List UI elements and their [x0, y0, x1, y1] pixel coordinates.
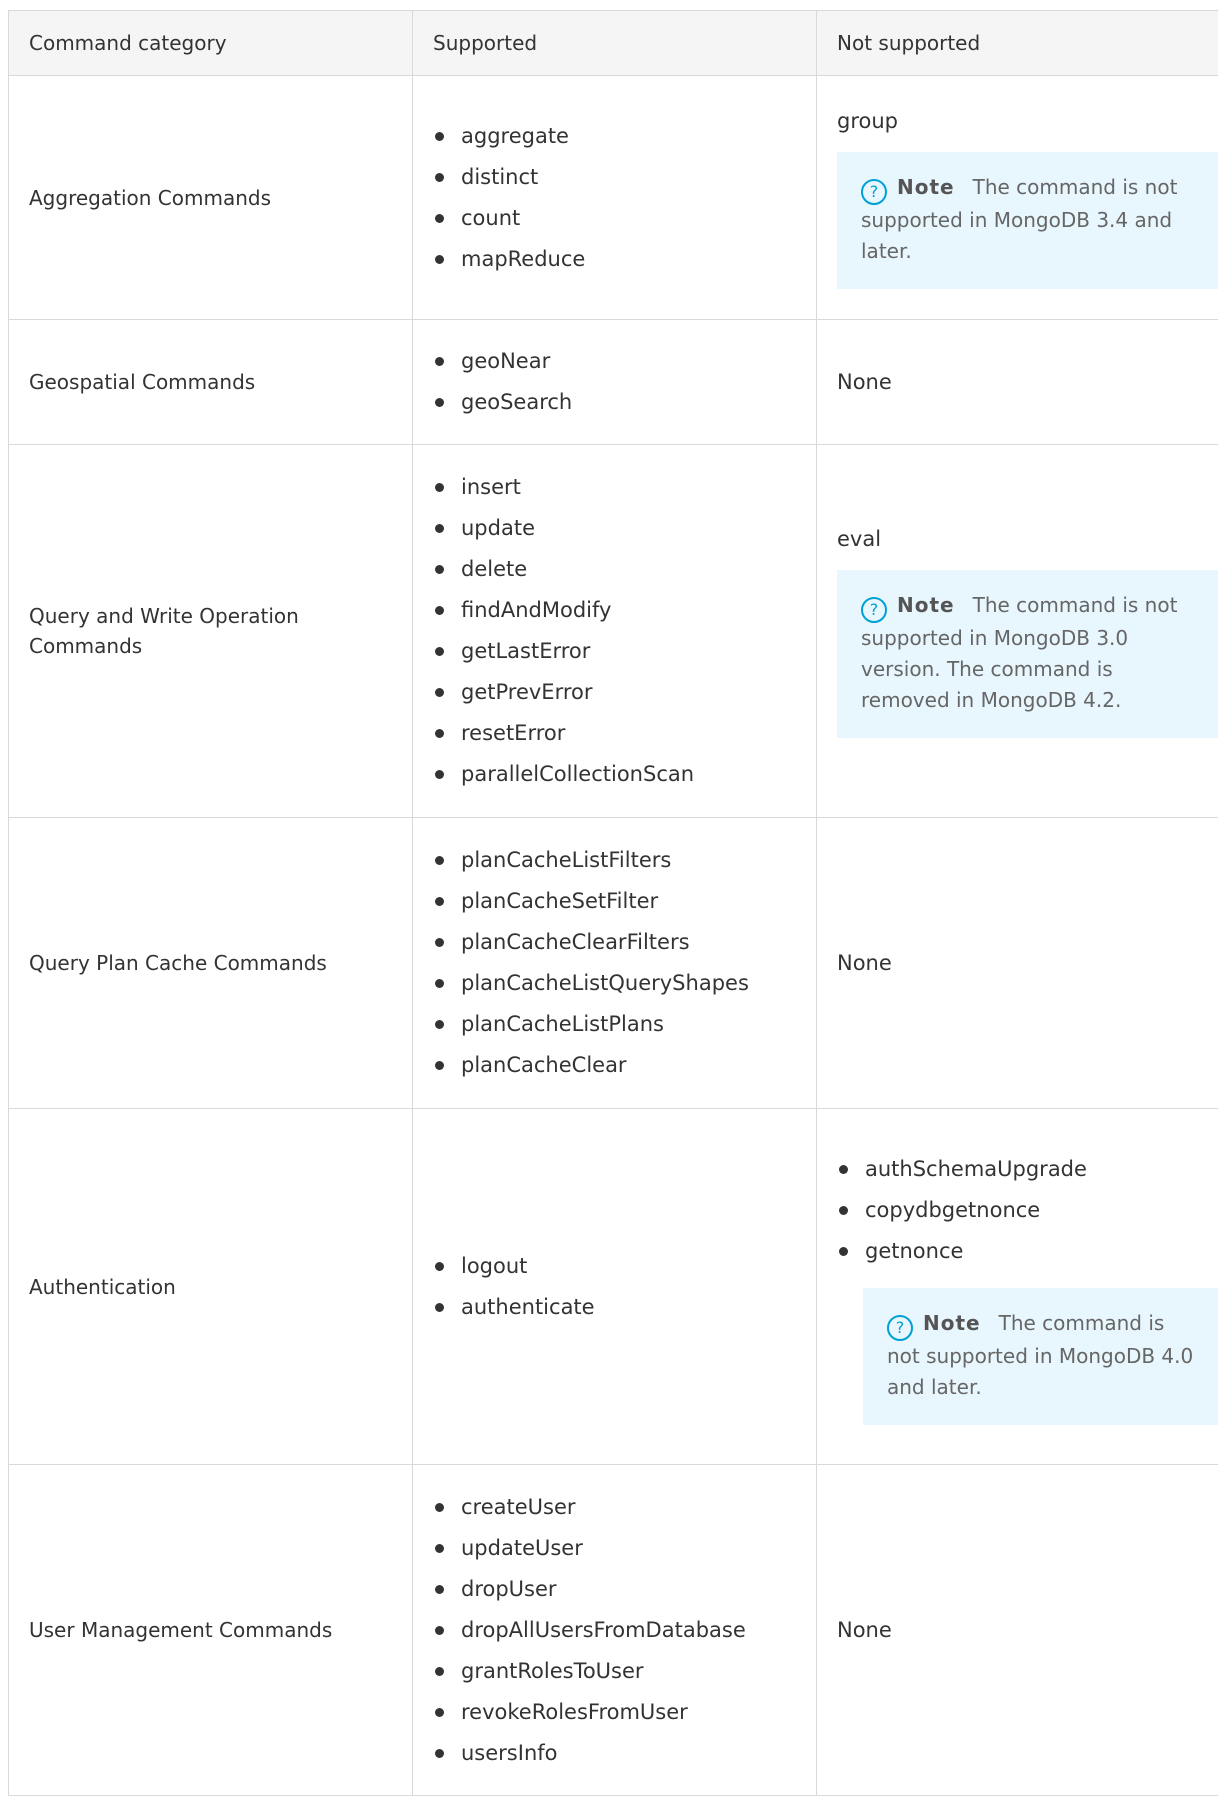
category-cell: Geospatial Commands	[8, 319, 413, 445]
category-cell: Query Plan Cache Commands	[8, 817, 413, 1109]
note-box: ? Note The command is not supported in Mon…	[837, 570, 1218, 738]
list-item: dropAllUsersFromDatabase	[433, 1610, 796, 1651]
not-supported-cell: eval ? Note The command is not supported i…	[816, 444, 1218, 818]
list-item: resetError	[433, 713, 796, 754]
list-item: planCacheClearFilters	[433, 922, 796, 963]
list-item: authSchemaUpgrade	[837, 1149, 1198, 1190]
list-item: aggregate	[433, 116, 796, 157]
supported-cell: logout authenticate	[412, 1108, 817, 1465]
list-item: planCacheClear	[433, 1045, 796, 1086]
not-supported-value: eval	[837, 527, 882, 551]
list-item: getnonce	[837, 1231, 1198, 1272]
supported-list: createUser updateUser dropUser dropAllUs…	[433, 1487, 796, 1774]
not-supported-value: None	[837, 1618, 892, 1642]
not-supported-value: None	[837, 951, 892, 975]
table-row: Query and Write Operation Commands inser…	[8, 444, 1218, 818]
list-item: planCacheListFilters	[433, 840, 796, 881]
note-box: ? Note The command is not supported in Mon…	[863, 1287, 1218, 1425]
not-supported-cell: None	[816, 1464, 1218, 1796]
supported-list: insert update delete findAndModify getLa…	[433, 467, 796, 795]
header-not-supported: Not supported	[816, 10, 1218, 76]
list-item: getPrevError	[433, 672, 796, 713]
list-item: update	[433, 508, 796, 549]
list-item: revokeRolesFromUser	[433, 1692, 796, 1733]
supported-list: aggregate distinct count mapReduce	[433, 116, 796, 280]
table-row: Authentication logout authenticate authS…	[8, 1108, 1218, 1465]
category-label: Query Plan Cache Commands	[29, 951, 327, 975]
list-item: count	[433, 198, 796, 239]
category-label: Query and Write Operation Commands	[29, 604, 299, 658]
header-row: Command category Supported Not supported	[8, 10, 1218, 76]
list-item: findAndModify	[433, 590, 796, 631]
supported-cell: insert update delete findAndModify getLa…	[412, 444, 817, 818]
category-label: Geospatial Commands	[29, 370, 256, 394]
supported-list: logout authenticate	[433, 1246, 796, 1328]
page: Command category Supported Not supported…	[0, 0, 1218, 1816]
list-item: parallelCollectionScan	[433, 754, 796, 795]
supported-cell: geoNear geoSearch	[412, 319, 817, 445]
not-supported-list: authSchemaUpgrade copydbgetnonce getnonc…	[837, 1149, 1198, 1272]
category-cell: User Management Commands	[8, 1464, 413, 1796]
supported-cell: aggregate distinct count mapReduce	[412, 75, 817, 320]
list-item: authenticate	[433, 1287, 796, 1328]
not-supported-value: None	[837, 370, 892, 394]
category-label: Authentication	[29, 1274, 176, 1299]
list-item: mapReduce	[433, 239, 796, 280]
list-item: delete	[433, 549, 796, 590]
not-supported-cell: None	[816, 817, 1218, 1109]
list-item: logout	[433, 1246, 796, 1287]
not-supported-cell: authSchemaUpgrade copydbgetnonce getnonc…	[816, 1108, 1218, 1465]
list-item: dropUser	[433, 1569, 796, 1610]
list-item: grantRolesToUser	[433, 1651, 796, 1692]
header-command-category: Command category	[8, 10, 413, 76]
note-label: Note	[897, 593, 955, 617]
list-item: updateUser	[433, 1528, 796, 1569]
supported-list: geoNear geoSearch	[433, 341, 796, 423]
category-cell: Query and Write Operation Commands	[8, 444, 413, 818]
supported-cell: planCacheListFilters planCacheSetFilter …	[412, 817, 817, 1109]
category-cell: Aggregation Commands	[8, 75, 413, 320]
list-item: planCacheSetFilter	[433, 881, 796, 922]
list-item: geoNear	[433, 341, 796, 382]
list-item: planCacheListQueryShapes	[433, 963, 796, 1004]
list-item: createUser	[433, 1487, 796, 1528]
header-supported: Supported	[412, 10, 817, 76]
not-supported-cell: group ? Note The command is not supported …	[816, 75, 1218, 320]
help-icon: ?	[861, 179, 887, 205]
category-label: Aggregation Commands	[29, 185, 271, 210]
list-item: planCacheListPlans	[433, 1004, 796, 1045]
category-cell: Authentication	[8, 1108, 413, 1465]
table-row: User Management Commands createUser upda…	[8, 1464, 1218, 1796]
list-item: insert	[433, 467, 796, 508]
note-label: Note	[897, 175, 955, 199]
list-item: usersInfo	[433, 1733, 796, 1774]
note-label: Note	[923, 1310, 981, 1335]
help-icon: ?	[861, 597, 887, 623]
help-icon: ?	[887, 1314, 913, 1341]
not-supported-cell: None	[816, 319, 1218, 445]
note-box: ? Note The command is not supported in Mon…	[837, 152, 1218, 289]
category-label: User Management Commands	[29, 1618, 333, 1642]
table-row: Query Plan Cache Commands planCacheListF…	[8, 817, 1218, 1109]
table-row: Aggregation Commands aggregate distinct …	[8, 75, 1218, 320]
list-item: copydbgetnonce	[837, 1190, 1198, 1231]
list-item: distinct	[433, 157, 796, 198]
not-supported-value: group	[837, 109, 898, 133]
list-item: getLastError	[433, 631, 796, 672]
supported-cell: createUser updateUser dropUser dropAllUs…	[412, 1464, 817, 1796]
list-item: geoSearch	[433, 382, 796, 423]
supported-list: planCacheListFilters planCacheSetFilter …	[433, 840, 796, 1086]
commands-table: Command category Supported Not supported…	[8, 10, 1218, 1796]
table-row: Geospatial Commands geoNear geoSearch No…	[8, 319, 1218, 445]
